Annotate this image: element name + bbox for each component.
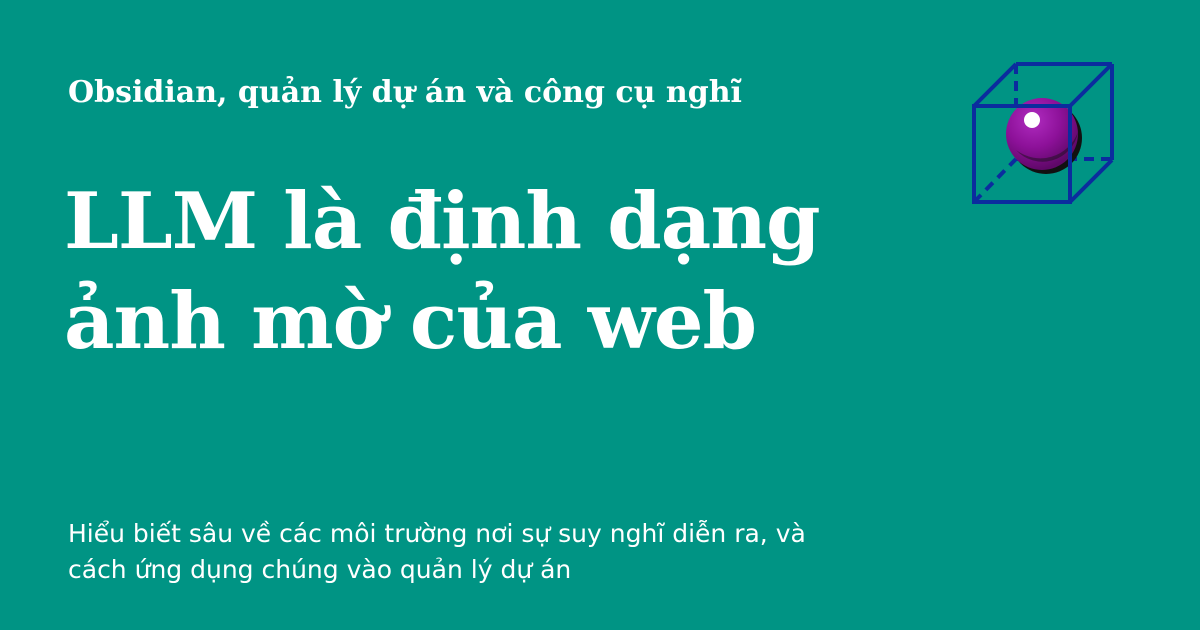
- social-card: Obsidian, quản lý dự án và công cụ nghĩ …: [0, 0, 1200, 630]
- page-title: LLM là định dạng ảnh mờ của web: [64, 172, 924, 372]
- page-description: Hiểu biết sâu về các môi trường nơi sự s…: [68, 516, 888, 588]
- title-line-1: LLM là định dạng: [64, 176, 821, 267]
- title-line-2: ảnh mờ của web: [64, 276, 757, 367]
- description-line-1: Hiểu biết sâu về các môi trường nơi sự s…: [68, 519, 806, 548]
- cube-with-sphere-icon: [972, 62, 1114, 204]
- site-name: Obsidian, quản lý dự án và công cụ nghĩ: [68, 75, 742, 110]
- description-line-2: cách ứng dụng chúng vào quản lý dự án: [68, 555, 572, 584]
